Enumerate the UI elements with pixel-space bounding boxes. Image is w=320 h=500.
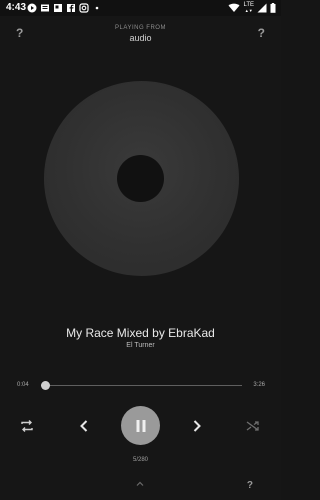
total-time: 3:26 [253, 382, 265, 388]
wifi-icon [228, 3, 240, 12]
disc-center-hole [117, 155, 164, 202]
music-player-screen: 4:43 LTE ▲▼ ? PLAYING FROM audio ? My Ra… [0, 0, 281, 500]
pause-icon [136, 419, 145, 432]
status-bar: 4:43 LTE ▲▼ [0, 0, 281, 16]
track-title: My Race Mixed by EbraKad [66, 326, 215, 340]
play-icon [27, 3, 37, 13]
queue-counter: 5/280 [132, 457, 148, 463]
shuffle-icon [246, 421, 259, 431]
message-icon [41, 4, 49, 12]
battery-icon [270, 3, 276, 13]
system-icons: LTE ▲▼ [228, 2, 276, 14]
next-button[interactable] [190, 418, 204, 434]
chevron-right-icon [193, 420, 201, 432]
news-icon [54, 4, 62, 12]
previous-button[interactable] [77, 418, 91, 434]
playing-from-label: PLAYING FROM [115, 25, 166, 31]
chevron-left-icon [80, 420, 88, 432]
elapsed-time: 0:04 [17, 382, 29, 388]
facebook-icon [67, 4, 75, 12]
shuffle-button[interactable] [245, 419, 261, 433]
chevron-up-icon[interactable] [133, 479, 147, 489]
help-icon[interactable]: ? [258, 26, 265, 40]
play-pause-button[interactable] [121, 406, 160, 445]
dot-icon [95, 6, 99, 10]
cell-signal-icon [257, 3, 267, 13]
seek-bar[interactable] [41, 385, 242, 386]
notification-icons [27, 3, 102, 13]
help-icon[interactable]: ? [247, 480, 253, 491]
status-time: 4:43 [6, 2, 27, 13]
playing-source[interactable]: audio [0, 33, 281, 43]
lte-signal-icon: LTE ▲▼ [243, 2, 254, 13]
track-artist: El Turner [126, 342, 155, 349]
repeat-icon [21, 420, 33, 432]
repeat-button[interactable] [19, 419, 35, 433]
instagram-icon [79, 3, 89, 13]
seek-thumb[interactable] [40, 381, 50, 390]
